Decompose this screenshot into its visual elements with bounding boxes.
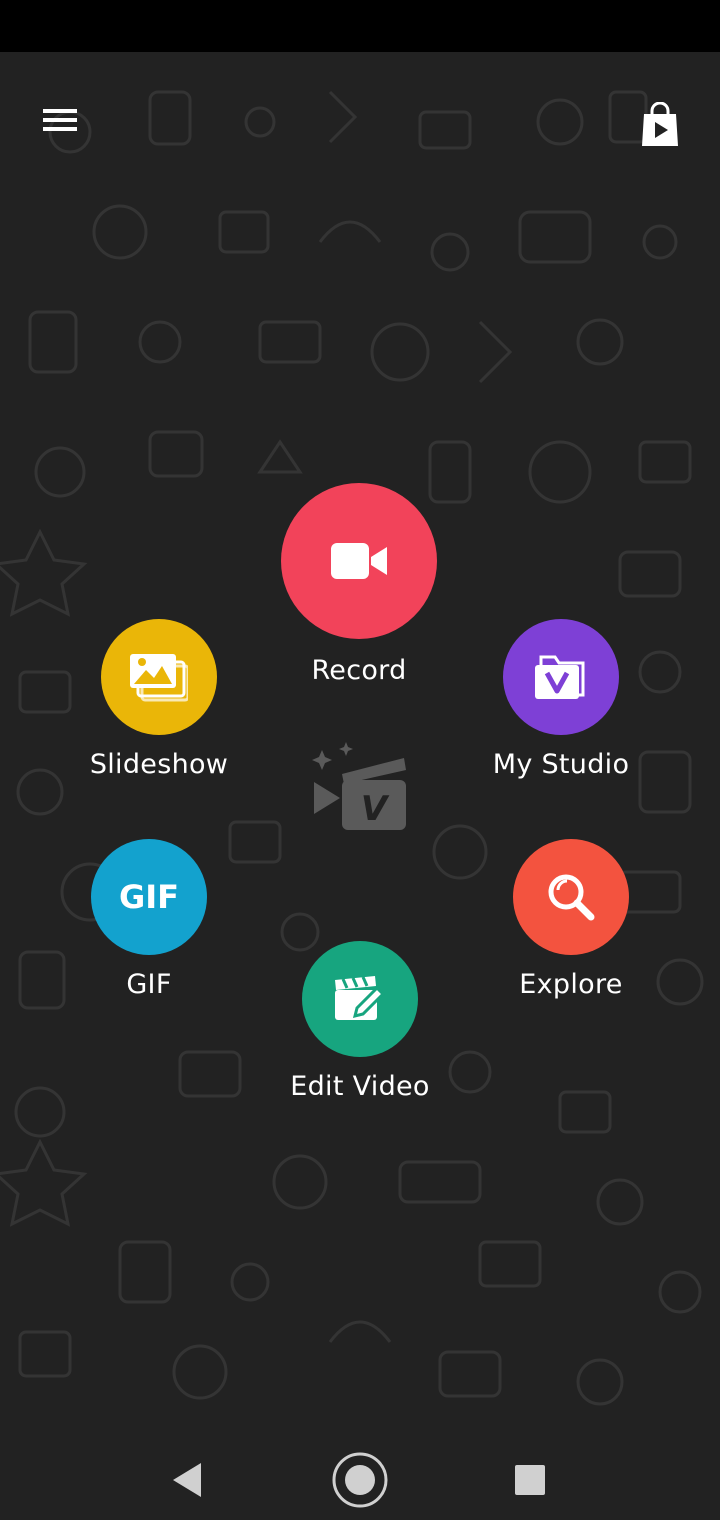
clapperboard-pencil-icon	[335, 976, 386, 1020]
record-label: Record	[311, 655, 407, 686]
explore-label: Explore	[519, 969, 623, 1000]
nav-home-button[interactable]	[330, 1450, 390, 1510]
store-button[interactable]	[632, 96, 688, 152]
my-studio-circle[interactable]	[503, 619, 619, 735]
my-studio-label: My Studio	[492, 749, 630, 780]
studio-folder-icon	[535, 655, 585, 699]
shopping-bag-play-icon	[642, 102, 678, 146]
recents-square-icon	[515, 1465, 545, 1495]
hamburger-menu-icon	[43, 109, 77, 131]
edit-video-circle[interactable]	[302, 941, 418, 1057]
edit-video-label: Edit Video	[290, 1071, 430, 1102]
status-bar	[0, 0, 720, 52]
gif-circle[interactable]: GIF	[91, 839, 207, 955]
app-logo-icon: V	[312, 742, 406, 830]
gif-label: GIF	[126, 969, 172, 1000]
gif-text-icon: GIF	[118, 878, 180, 916]
home-circle-icon	[332, 1452, 388, 1508]
slideshow-button[interactable]: Slideshow	[59, 619, 259, 780]
gif-button[interactable]: GIF GIF	[69, 839, 229, 1000]
back-triangle-icon	[173, 1463, 201, 1497]
system-nav-bar	[0, 1440, 720, 1520]
record-circle[interactable]	[281, 483, 437, 639]
edit-video-button[interactable]: Edit Video	[260, 941, 460, 1102]
logo-letter: V	[361, 789, 390, 829]
slideshow-label: Slideshow	[89, 749, 229, 780]
video-camera-icon	[331, 543, 387, 579]
my-studio-button[interactable]: My Studio	[461, 619, 661, 780]
nav-back-button[interactable]	[158, 1450, 218, 1510]
explore-button[interactable]: Explore	[491, 839, 651, 1000]
nav-recents-button[interactable]	[500, 1450, 560, 1510]
photo-stack-icon	[130, 654, 188, 702]
hamburger-menu-button[interactable]	[32, 96, 88, 146]
record-button[interactable]: Record	[259, 483, 459, 686]
slideshow-circle[interactable]	[101, 619, 217, 735]
magnifier-icon	[548, 874, 595, 921]
explore-circle[interactable]	[513, 839, 629, 955]
